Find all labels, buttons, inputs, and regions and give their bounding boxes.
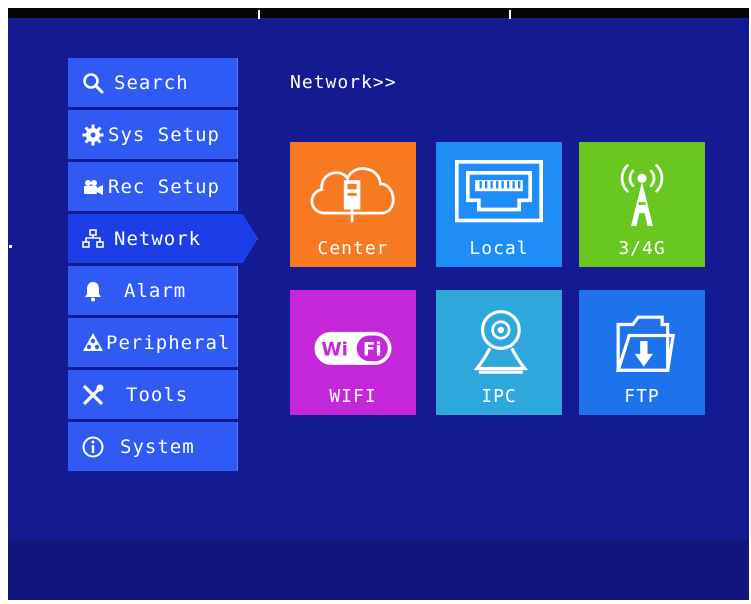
top-tick-mark (509, 10, 511, 19)
sidebar-item-label: Tools (126, 383, 189, 406)
breadcrumb: Network>> (290, 72, 397, 93)
sidebar-item-network[interactable]: Network (68, 214, 258, 263)
sidebar-item-rec-setup[interactable]: Rec Setup (68, 162, 238, 211)
folder-download-icon (579, 302, 705, 380)
tile-ipc[interactable]: IPC (436, 290, 562, 415)
webcam-icon (436, 302, 562, 380)
tile-label: Center (317, 238, 389, 259)
wifi-logo-text: Wi (321, 340, 348, 361)
sidebar-item-label: Search (114, 71, 189, 94)
wifi-logo-text: Fi (363, 340, 382, 361)
sidebar-item-label: Sys Setup (108, 123, 220, 146)
sidebar-item-alarm[interactable]: Alarm (68, 266, 238, 315)
tile-label: 3/4G (618, 238, 666, 259)
sidebar-item-sys-setup[interactable]: Sys Setup (68, 110, 238, 159)
sidebar-item-label: Network (114, 227, 202, 250)
sidebar-item-label: System (120, 435, 195, 458)
sidebar-item-label: Alarm (124, 279, 187, 302)
cell-tower-icon (579, 154, 705, 232)
tile-ftp[interactable]: FTP (579, 290, 705, 415)
bottom-band (8, 540, 749, 600)
tile-center[interactable]: Center (290, 142, 416, 267)
sidebar-item-search[interactable]: Search (68, 58, 238, 107)
info-icon (80, 434, 106, 460)
tile-label: WIFI (329, 386, 377, 407)
sidebar-item-tools[interactable]: Tools (68, 370, 238, 419)
wifi-icon: Wi Fi (290, 302, 416, 380)
camera-icon (80, 174, 106, 200)
search-icon (80, 70, 106, 96)
sidebar-item-system[interactable]: System (68, 422, 238, 471)
tools-icon (80, 382, 106, 408)
bell-icon (80, 278, 106, 304)
cloud-icon (290, 154, 416, 232)
gear-icon (80, 122, 106, 148)
tile-3-4g[interactable]: 3/4G (579, 142, 705, 267)
tile-wifi[interactable]: Wi Fi WIFI (290, 290, 416, 415)
tile-label: FTP (624, 386, 660, 407)
ethernet-port-icon (436, 154, 562, 232)
peripheral-icon (80, 330, 106, 356)
sidebar-item-label: Rec Setup (108, 175, 220, 198)
tile-label: Local (469, 238, 529, 259)
tile-label: IPC (481, 386, 517, 407)
tile-local[interactable]: Local (436, 142, 562, 267)
sidebar-item-peripheral[interactable]: Peripheral (68, 318, 238, 367)
network-icon (80, 226, 106, 252)
sidebar-item-label: Peripheral (106, 331, 231, 354)
edge-marker (9, 245, 12, 248)
top-tick-mark (258, 10, 260, 19)
